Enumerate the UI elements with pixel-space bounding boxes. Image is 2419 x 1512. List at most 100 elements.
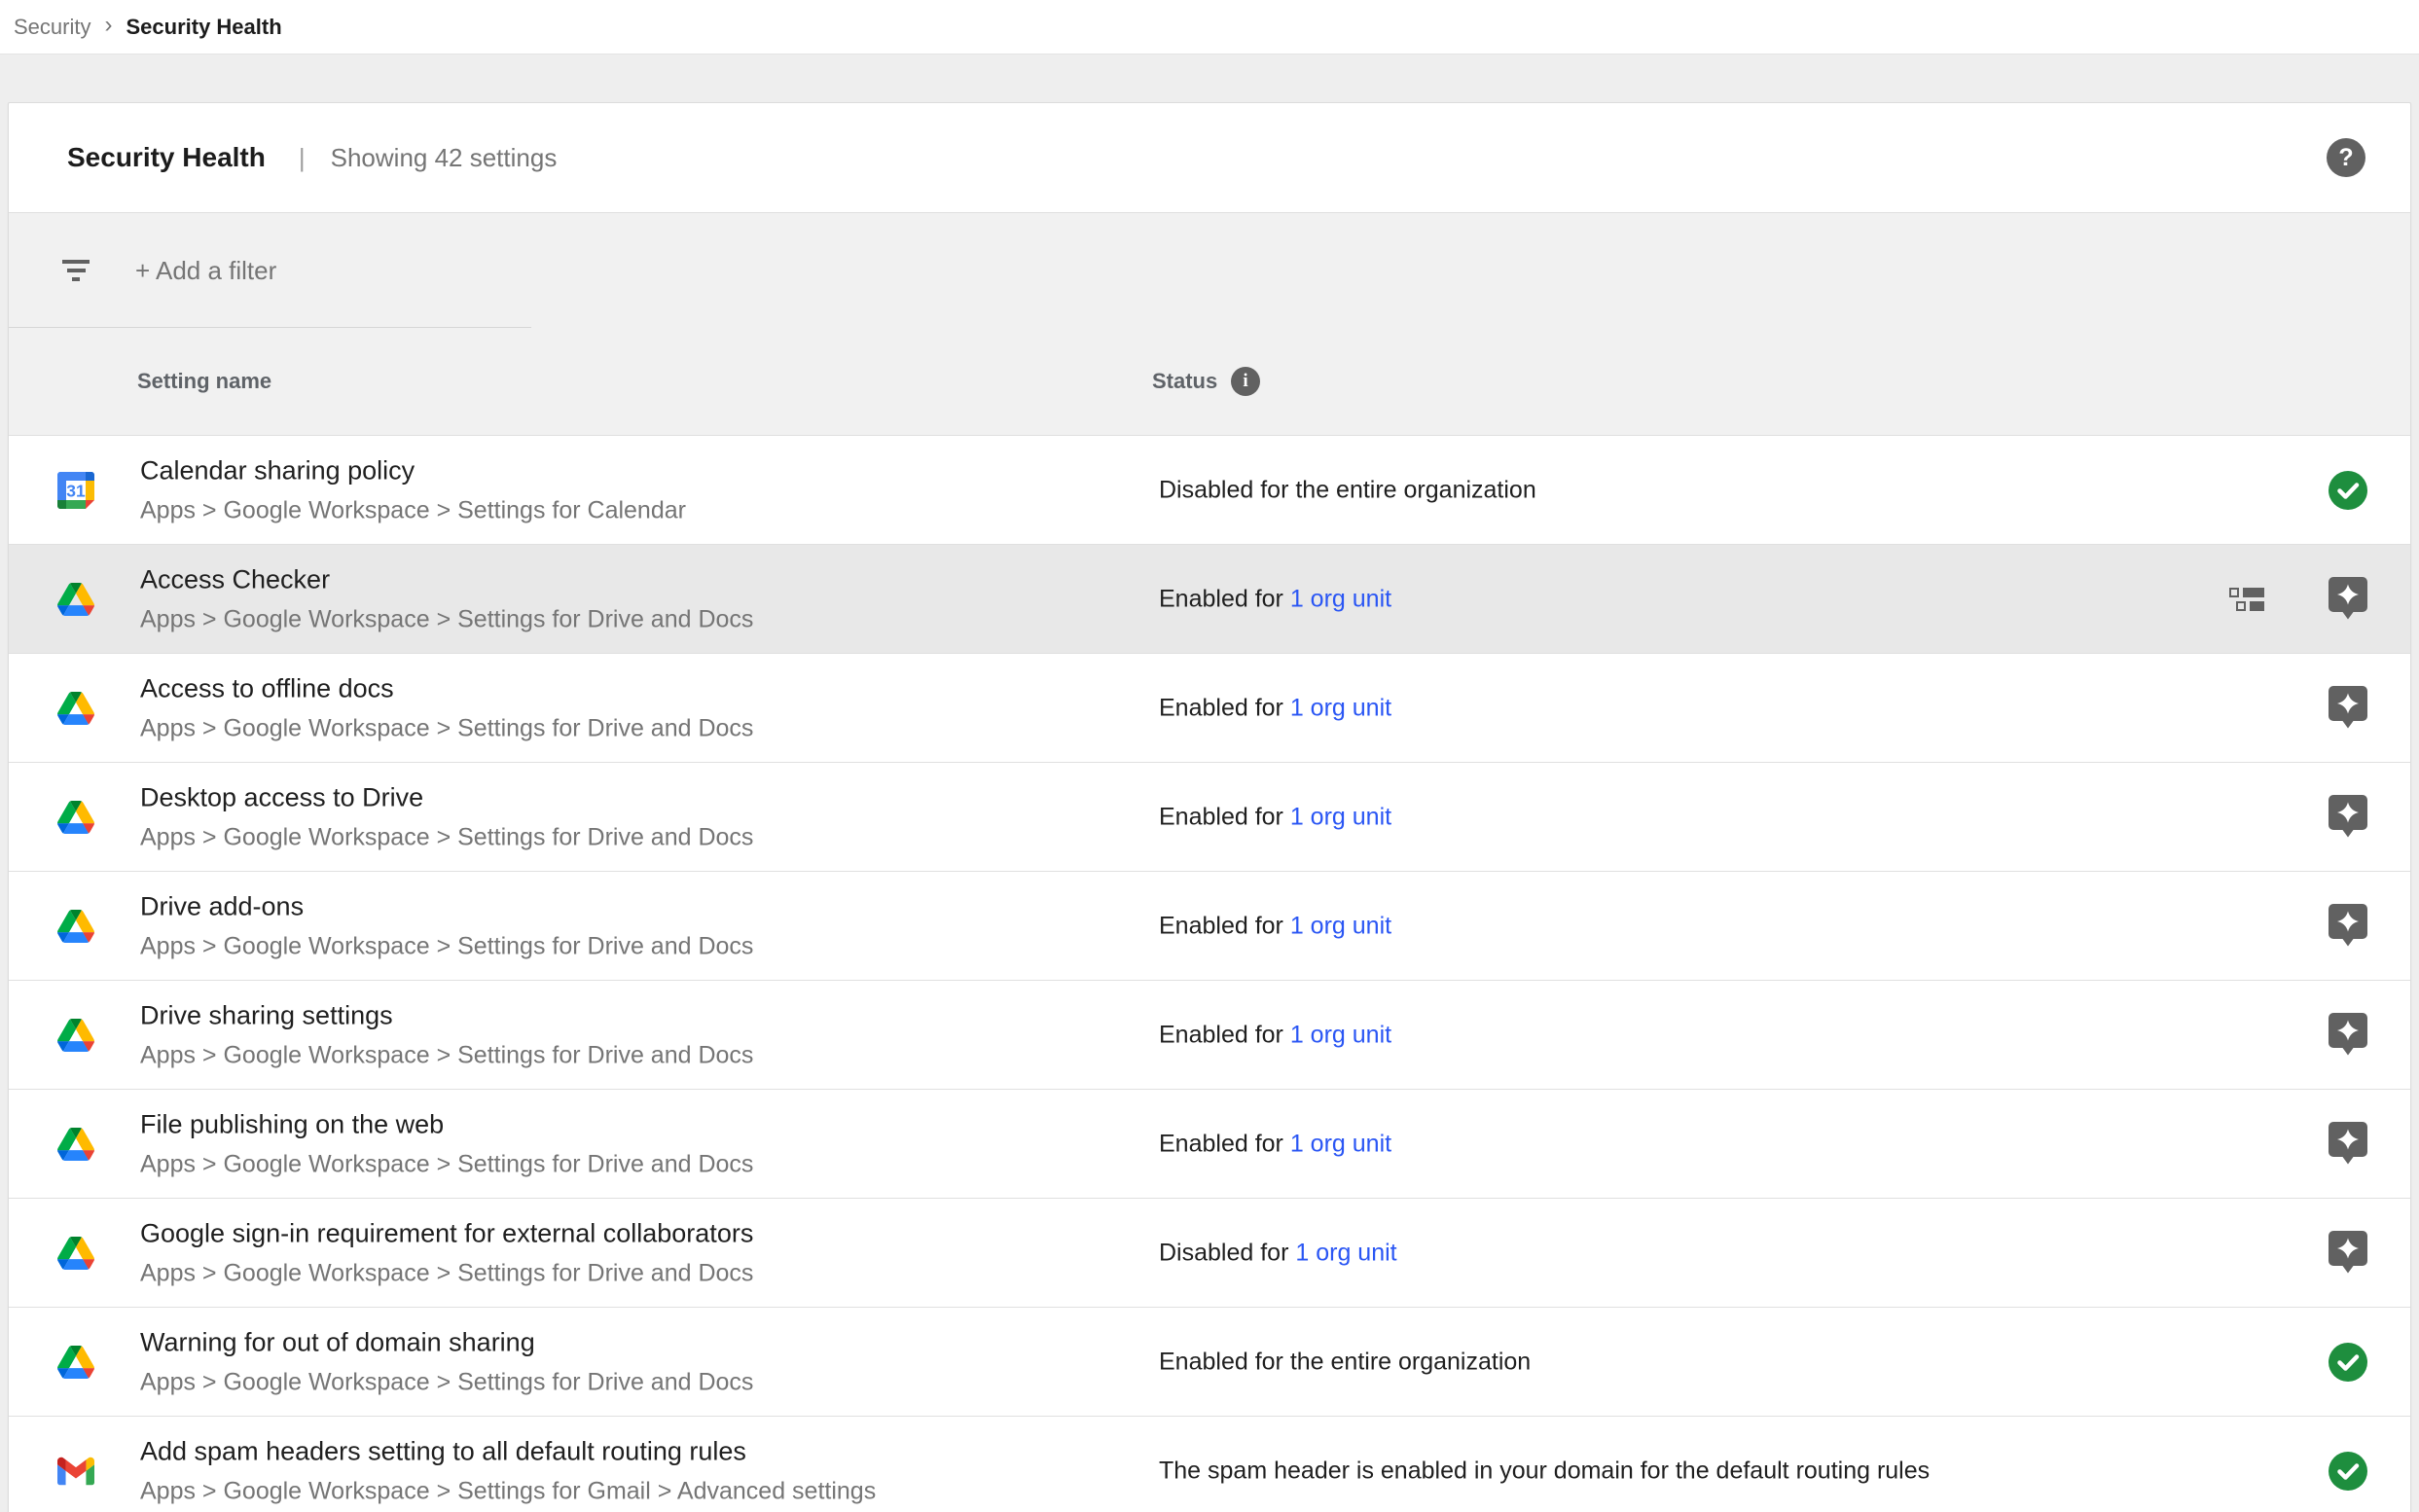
app-icon: 31: [57, 1126, 94, 1163]
setting-path: Apps > Google Workspace > Settings for D…: [140, 605, 753, 633]
settings-count: Showing 42 settings: [331, 143, 558, 173]
column-header-status: Status: [1152, 369, 1217, 394]
breadcrumb: Security › Security Health: [0, 0, 2419, 54]
recommendation-flag-icon[interactable]: [2329, 1122, 2367, 1167]
status-ok-check-icon: [2329, 1340, 2367, 1385]
org-unit-link[interactable]: 1 org unit: [1290, 585, 1391, 612]
breadcrumb-separator-icon: ›: [104, 12, 112, 39]
table-row[interactable]: 31 Drive add-ons Apps > Googl: [9, 872, 2410, 981]
drive-icon: [57, 1019, 94, 1052]
table-row[interactable]: 31 Google sign-in requirement for e: [9, 1199, 2410, 1308]
drive-icon: [57, 1346, 94, 1379]
app-icon: 31: [57, 1235, 94, 1272]
status-text: Enabled for: [1159, 1130, 1283, 1157]
org-unit-link[interactable]: 1 org unit: [1290, 1130, 1391, 1157]
status-info-icon[interactable]: i: [1231, 367, 1260, 396]
drive-icon: [57, 1128, 94, 1161]
setting-text: Drive add-ons Apps > Google Workspace > …: [140, 891, 753, 960]
table-row[interactable]: 31 Desktop access to Drive Ap: [9, 763, 2410, 872]
status-ok-check-icon: [2329, 468, 2367, 513]
status-cell: Enabled for the entire organization: [1159, 1348, 1531, 1376]
table-row[interactable]: 31 Access Checker Apps > Goog: [9, 545, 2410, 654]
setting-name: Warning for out of domain sharing: [140, 1327, 753, 1357]
recommendation-flag-icon[interactable]: [2329, 795, 2367, 840]
drive-icon: [57, 1237, 94, 1270]
drive-icon: [57, 692, 94, 725]
app-icon: 31: [57, 1017, 94, 1054]
setting-text: Access Checker Apps > Google Workspace >…: [140, 564, 753, 633]
drive-icon: [57, 910, 94, 943]
app-icon: 31: [57, 472, 94, 509]
org-unit-assignment-icon: [2229, 588, 2266, 611]
breadcrumb-current: Security Health: [126, 15, 281, 40]
security-health-card: Security Health | Showing 42 settings ? …: [8, 102, 2411, 1512]
recommendation-flag-icon[interactable]: [2329, 1013, 2367, 1058]
setting-path: Apps > Google Workspace > Settings for D…: [140, 1150, 753, 1178]
app-icon: 31: [57, 1453, 94, 1490]
setting-path: Apps > Google Workspace > Settings for D…: [140, 1259, 753, 1287]
setting-name: Add spam headers setting to all default …: [140, 1436, 876, 1466]
table-column-headers: Setting name Status i: [9, 328, 2410, 435]
org-unit-link[interactable]: 1 org unit: [1295, 1239, 1396, 1266]
setting-path: Apps > Google Workspace > Settings for D…: [140, 1368, 753, 1396]
filter-bar: + Add a filter: [9, 213, 2410, 328]
table-row[interactable]: 31 Drive sharing settings App: [9, 981, 2410, 1090]
status-cell: Disabled for the entire organization: [1159, 476, 1536, 504]
calendar-icon: 31: [57, 472, 94, 509]
setting-text: File publishing on the web Apps > Google…: [140, 1109, 753, 1178]
drive-icon: [57, 801, 94, 834]
column-header-setting-name: Setting name: [137, 369, 271, 394]
org-unit-link[interactable]: 1 org unit: [1290, 1021, 1391, 1048]
app-icon: 31: [57, 799, 94, 836]
app-icon: 31: [57, 1344, 94, 1381]
status-text: Enabled for: [1159, 1021, 1283, 1048]
table-row[interactable]: 31 File publishing on the web: [9, 1090, 2410, 1199]
setting-text: Access to offline docs Apps > Google Wor…: [140, 673, 753, 742]
recommendation-flag-icon[interactable]: [2329, 904, 2367, 949]
status-ok-check-icon: [2329, 1449, 2367, 1494]
org-unit-link[interactable]: 1 org unit: [1290, 694, 1391, 721]
filter-list-icon: [61, 260, 90, 281]
setting-name: Access Checker: [140, 564, 753, 594]
setting-text: Desktop access to Drive Apps > Google Wo…: [140, 782, 753, 851]
status-text: Enabled for: [1159, 585, 1283, 612]
app-icon: 31: [57, 908, 94, 945]
settings-table-body: 31 Calendar sharing policy Ap: [9, 436, 2410, 1512]
status-cell: Enabled for 1 org unit: [1159, 803, 1391, 831]
status-text: Disabled for: [1159, 1239, 1288, 1266]
setting-name: File publishing on the web: [140, 1109, 753, 1139]
svg-text:31: 31: [66, 481, 86, 500]
setting-name: Drive add-ons: [140, 891, 753, 921]
setting-path: Apps > Google Workspace > Settings for D…: [140, 823, 753, 851]
table-row[interactable]: 31 Access to offline docs App: [9, 654, 2410, 763]
help-icon[interactable]: ?: [2327, 138, 2365, 177]
breadcrumb-parent-link[interactable]: Security: [14, 15, 90, 40]
table-row[interactable]: 31 Warning for out of domain sharin: [9, 1308, 2410, 1417]
table-row[interactable]: 31 Add spam headers setting to all: [9, 1417, 2410, 1512]
setting-name: Calendar sharing policy: [140, 455, 686, 486]
setting-text: Warning for out of domain sharing Apps >…: [140, 1327, 753, 1396]
org-unit-link[interactable]: 1 org unit: [1290, 912, 1391, 939]
status-cell: Enabled for 1 org unit: [1159, 1021, 1391, 1049]
recommendation-flag-icon[interactable]: [2329, 686, 2367, 731]
status-cell: The spam header is enabled in your domai…: [1159, 1457, 1930, 1485]
add-filter-button[interactable]: + Add a filter: [135, 256, 276, 286]
setting-name: Drive sharing settings: [140, 1000, 753, 1030]
app-icon: 31: [57, 690, 94, 727]
status-cell: Enabled for 1 org unit: [1159, 912, 1391, 940]
recommendation-flag-icon[interactable]: [2329, 1231, 2367, 1276]
status-cell: Enabled for 1 org unit: [1159, 694, 1391, 722]
setting-path: Apps > Google Workspace > Settings for D…: [140, 1041, 753, 1069]
status-text: The spam header is enabled in your domai…: [1159, 1457, 1930, 1484]
setting-text: Google sign-in requirement for external …: [140, 1218, 753, 1287]
filter-and-header-section: + Add a filter Setting name Status i: [9, 213, 2410, 436]
table-row[interactable]: 31 Calendar sharing policy Ap: [9, 436, 2410, 545]
setting-name: Desktop access to Drive: [140, 782, 753, 812]
app-icon: 31: [57, 581, 94, 618]
setting-path: Apps > Google Workspace > Settings for D…: [140, 932, 753, 960]
org-unit-link[interactable]: 1 org unit: [1290, 803, 1391, 830]
status-text: Enabled for: [1159, 694, 1283, 721]
status-text: Enabled for the entire organization: [1159, 1348, 1531, 1375]
recommendation-flag-icon[interactable]: [2329, 577, 2367, 622]
setting-name: Access to offline docs: [140, 673, 753, 703]
